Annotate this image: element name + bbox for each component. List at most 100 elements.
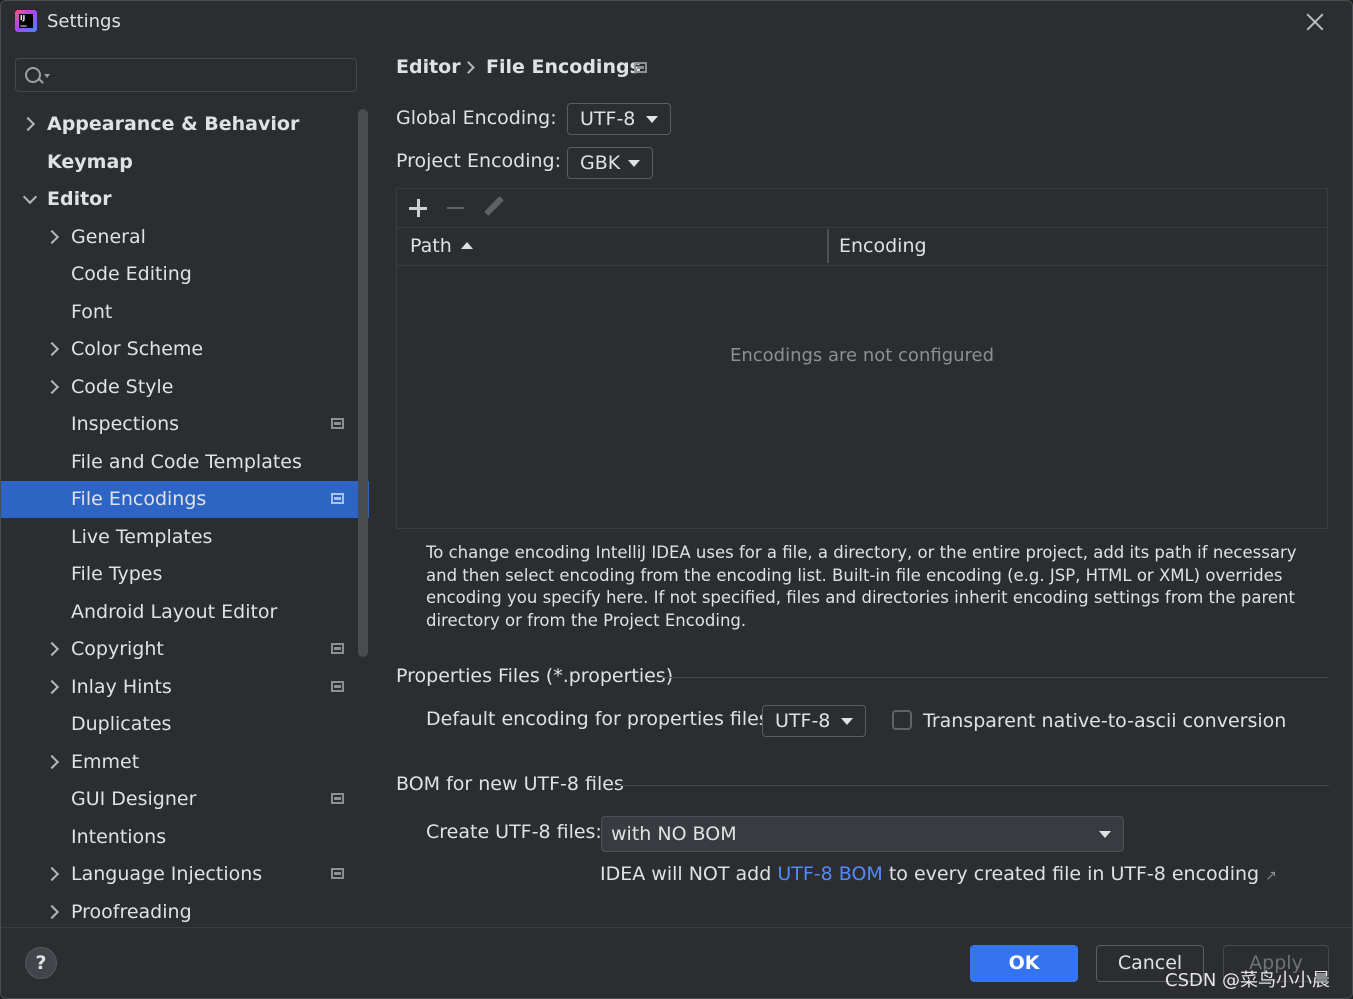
transparent-conversion-label[interactable]: Transparent native-to-ascii conversion (923, 710, 1286, 732)
sidebar-item-label: Duplicates (71, 713, 172, 735)
sidebar-item-label: Code Style (71, 375, 174, 398)
sort-ascending-icon (461, 242, 473, 249)
column-divider[interactable] (827, 229, 829, 263)
sidebar-item-appearance-behavior[interactable]: Appearance & Behavior (1, 106, 369, 143)
sidebar-item-code-style[interactable]: Code Style (1, 369, 369, 406)
project-scope-icon (331, 493, 344, 504)
sidebar-item-editor[interactable]: Editor (1, 181, 369, 218)
sidebar-item-code-editing[interactable]: Code Editing (1, 256, 369, 293)
sidebar-item-copyright[interactable]: Copyright (1, 631, 369, 668)
dropdown-arrow-icon (628, 160, 640, 167)
project-scope-icon (634, 62, 647, 73)
sidebar-item-inspections[interactable]: Inspections (1, 406, 369, 443)
create-utf8-select[interactable]: with NO BOM (601, 816, 1124, 852)
external-link-icon: ↗ (1265, 868, 1277, 884)
close-icon[interactable] (1304, 11, 1326, 33)
sidebar-item-file-encodings[interactable]: File Encodings (1, 481, 369, 518)
properties-encoding-select[interactable]: UTF-8 (762, 705, 866, 737)
global-encoding-label: Global Encoding: (396, 107, 557, 129)
chevron-right-icon[interactable] (44, 754, 60, 769)
sidebar-item-android-layout-editor[interactable]: Android Layout Editor (1, 594, 369, 631)
sidebar-item-color-scheme[interactable]: Color Scheme (1, 331, 369, 368)
sidebar-item-general[interactable]: General (1, 219, 369, 256)
sidebar-item-label: File Encodings (71, 488, 207, 510)
chevron-right-icon[interactable] (44, 679, 60, 694)
sidebar-item-label: Language Injections (71, 863, 263, 885)
utf8-bom-link[interactable]: UTF-8 BOM (777, 863, 882, 885)
bom-info-text: IDEA will NOT add UTF-8 BOM to every cre… (600, 863, 1277, 885)
sidebar-item-label: Intentions (71, 825, 167, 848)
sidebar-item-label: General (71, 225, 146, 248)
bom-section-title: BOM for new UTF-8 files (396, 773, 624, 795)
project-scope-icon (331, 868, 344, 879)
sidebar-item-gui-designer[interactable]: GUI Designer (1, 781, 369, 818)
settings-dialog: IJ — Settings Appearance & Behavior Keymap… (0, 0, 1353, 999)
create-utf8-value: with NO BOM (611, 823, 737, 845)
project-scope-icon (331, 643, 344, 654)
transparent-conversion-checkbox[interactable] (892, 710, 912, 730)
create-utf8-label: Create UTF-8 files: (426, 821, 602, 843)
chevron-right-icon[interactable] (44, 904, 60, 919)
sidebar-item-label: Emmet (71, 750, 140, 773)
sidebar-item-inlay-hints[interactable]: Inlay Hints (1, 669, 369, 706)
table-toolbar (397, 189, 1327, 228)
sidebar-item-font[interactable]: Font (1, 294, 369, 331)
dropdown-arrow-icon (1099, 831, 1111, 838)
breadcrumb-editor[interactable]: Editor (396, 56, 461, 78)
add-icon[interactable] (409, 199, 427, 217)
project-encoding-select[interactable]: GBK (567, 147, 653, 179)
chevron-right-icon[interactable] (20, 116, 36, 132)
chevron-right-icon[interactable] (44, 379, 60, 394)
project-encoding-label: Project Encoding: (396, 150, 562, 172)
watermark-text: CSDN @菜鸟小小晨 (1165, 970, 1331, 991)
column-header-path[interactable]: Path (410, 227, 452, 265)
sidebar-item-label: Inspections (71, 413, 180, 435)
sidebar-item-language-injections[interactable]: Language Injections (1, 856, 369, 893)
ok-button[interactable]: OK (970, 945, 1078, 982)
column-header-encoding[interactable]: Encoding (839, 227, 927, 265)
encoding-column-label: Encoding (839, 235, 927, 257)
chevron-down-icon (44, 74, 50, 78)
global-encoding-select[interactable]: UTF-8 (567, 103, 671, 135)
sidebar-item-label: Code Editing (71, 263, 192, 285)
sidebar-item-keymap[interactable]: Keymap (1, 144, 369, 181)
window-title: Settings (47, 11, 121, 32)
edit-icon[interactable] (484, 196, 504, 216)
sidebar-item-label: Copyright (71, 638, 164, 660)
global-encoding-value: UTF-8 (580, 108, 636, 130)
chevron-right-icon[interactable] (44, 866, 60, 882)
sidebar-item-label: Android Layout Editor (71, 600, 278, 623)
sidebar-item-proofreading[interactable]: Proofreading (1, 894, 369, 931)
sidebar-item-emmet[interactable]: Emmet (1, 744, 369, 781)
dialog-footer: ? OK Cancel Apply (1, 927, 1352, 998)
table-empty-text: Encodings are not configured (729, 345, 995, 366)
section-divider (614, 785, 1329, 786)
scrollbar-thumb[interactable] (358, 109, 368, 657)
search-icon (25, 67, 41, 83)
dropdown-arrow-icon (646, 116, 658, 123)
dropdown-arrow-icon (841, 718, 853, 725)
sidebar-item-intentions[interactable]: Intentions (1, 819, 369, 856)
chevron-right-icon[interactable] (44, 229, 60, 244)
properties-section-title: Properties Files (*.properties) (396, 665, 674, 687)
sidebar-item-label: Live Templates (71, 525, 213, 548)
sidebar-item-file-types[interactable]: File Types (1, 556, 369, 593)
sidebar-item-label: Inlay Hints (71, 675, 172, 698)
sidebar-item-live-templates[interactable]: Live Templates (1, 519, 369, 556)
sidebar-item-file-and-code-templates[interactable]: File and Code Templates (1, 444, 369, 481)
section-divider (654, 677, 1329, 678)
sidebar-item-label: File and Code Templates (71, 450, 302, 473)
project-scope-icon (331, 418, 344, 429)
chevron-right-icon[interactable] (44, 341, 60, 357)
sidebar-scrollbar[interactable] (357, 109, 369, 927)
intellij-idea-icon: IJ — (15, 10, 37, 32)
table-header: Path Encoding (397, 227, 1327, 266)
remove-icon[interactable] (447, 207, 464, 209)
help-button[interactable]: ? (25, 947, 57, 979)
chevron-down-icon[interactable] (22, 189, 38, 205)
chevron-right-icon[interactable] (44, 641, 60, 657)
chevron-right-icon (462, 61, 475, 74)
settings-search-input[interactable] (15, 58, 357, 92)
sidebar-item-duplicates[interactable]: Duplicates (1, 706, 369, 743)
sidebar-item-label: Appearance & Behavior (47, 113, 300, 135)
